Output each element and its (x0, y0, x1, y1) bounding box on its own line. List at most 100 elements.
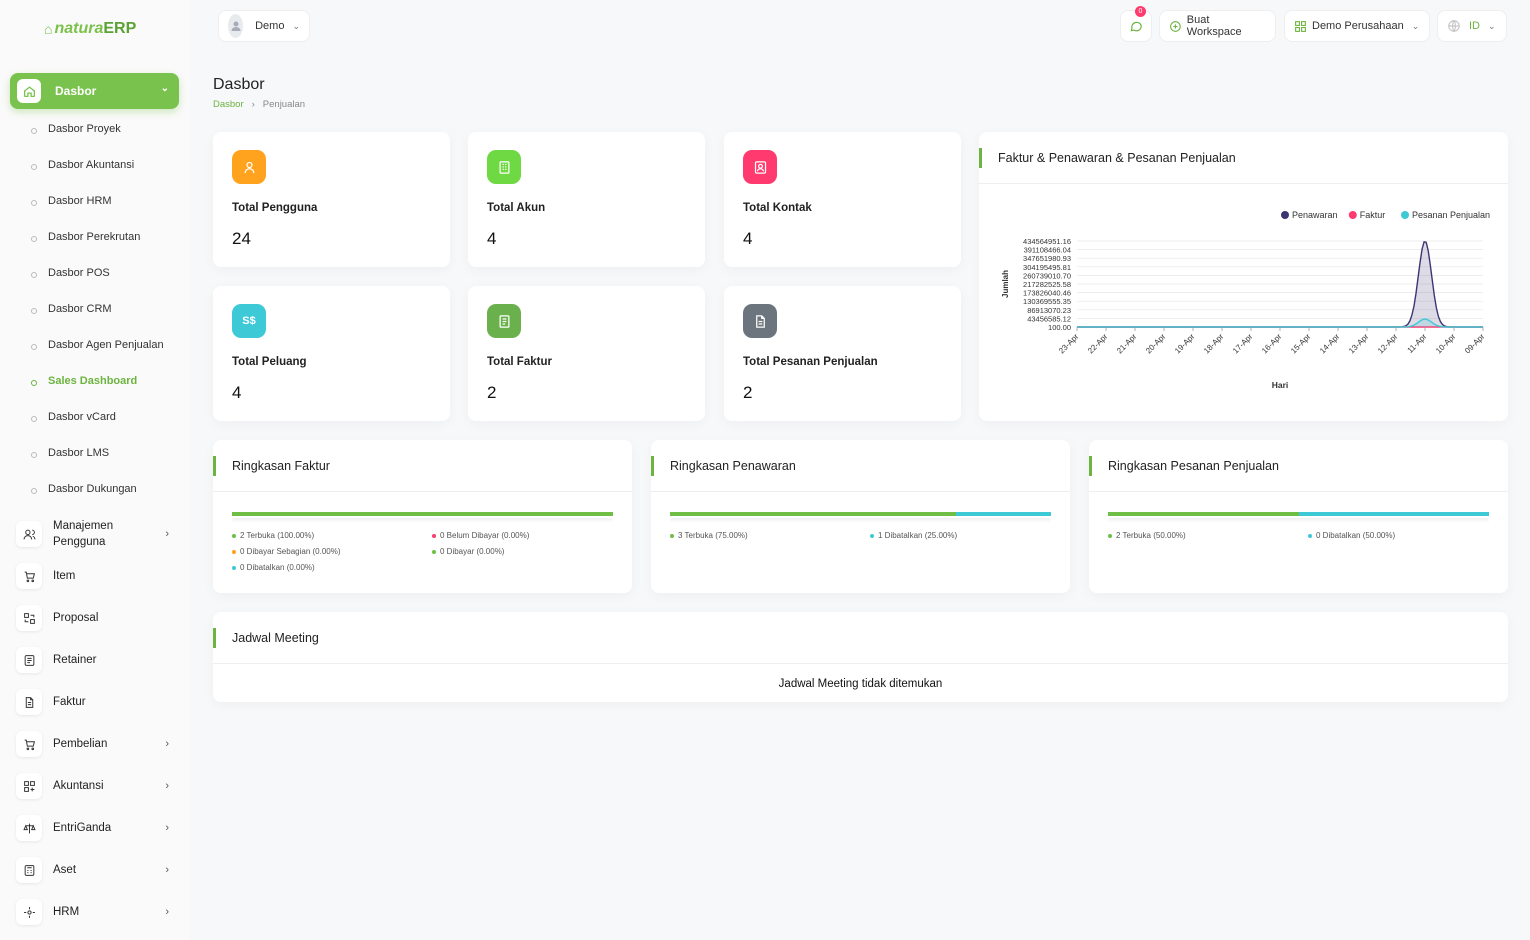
stat-card: Total Pengguna 24 (213, 132, 450, 267)
sidebar-item-aset[interactable]: Aset › (16, 857, 181, 883)
brand-name-part1: natura (54, 20, 104, 37)
legend-text: 2 Terbuka (100.00%) (240, 531, 315, 540)
sidebar-item-label: Faktur (53, 696, 86, 708)
submenu-item[interactable]: Dasbor Agen Penjualan (31, 339, 164, 351)
accent-bar (651, 456, 654, 476)
chart-legend-item: Penawaran (1281, 210, 1338, 220)
progress-segment (232, 512, 613, 516)
x-tick-label: 16-Apr (1260, 332, 1284, 356)
stat-card: Total Kontak 4 (724, 132, 961, 267)
contact-icon (743, 150, 777, 184)
language-code: ID (1469, 20, 1480, 32)
summary-card: Ringkasan Pesanan Penjualan 2 Terbuka (50… (1089, 440, 1508, 593)
legend-label: Pesanan Penjualan (1412, 210, 1490, 220)
cart-icon (16, 563, 42, 589)
chevron-right-icon: › (165, 738, 169, 750)
stat-value: 2 (487, 383, 497, 402)
messages-button[interactable]: 0 (1120, 6, 1152, 42)
submenu-item[interactable]: Dasbor LMS (30, 447, 109, 459)
submenu-item[interactable]: Dasbor POS (31, 267, 110, 279)
breadcrumb-link-dasbor[interactable]: Dasbor (213, 99, 244, 110)
legend-text: 0 Dibayar Sebagian (0.00%) (240, 547, 341, 556)
sidebar-item-retainer[interactable]: Retainer (16, 647, 181, 673)
avatar (228, 14, 244, 38)
submenu-item[interactable]: Dasbor vCard (31, 411, 116, 423)
sidebar-item-entriganda[interactable]: EntriGanda › (16, 815, 181, 841)
submenu-item[interactable]: Dasbor Akuntansi (30, 159, 134, 171)
hrm-icon (16, 899, 42, 925)
sidebar-item-proposal[interactable]: Proposal (16, 605, 181, 631)
grid-icon (16, 773, 42, 799)
page-title: Dasbor (213, 76, 265, 93)
retainer-icon (16, 647, 42, 673)
notification-badge: 0 (1135, 6, 1146, 17)
summary-card: Ringkasan Penawaran 3 Terbuka (75.00%) 1 D… (651, 440, 1070, 593)
breadcrumb-separator: › (251, 99, 255, 110)
summary-progress-bar (670, 512, 1051, 516)
stat-label: Total Peluang (232, 356, 307, 368)
sidebar-item-akuntansi[interactable]: Akuntansi › (16, 773, 181, 799)
submenu-item[interactable]: Dasbor CRM (31, 303, 112, 315)
chevron-right-icon: › (165, 864, 169, 876)
x-tick-label: 19-Apr (1173, 332, 1197, 356)
submenu-item[interactable]: Dasbor Dukungan (31, 483, 137, 495)
legend-text: 2 Terbuka (50.00%) (1116, 531, 1186, 540)
submenu-item[interactable]: Dasbor Perekrutan (30, 231, 140, 243)
language-selector[interactable]: ID ⌄ (1437, 10, 1507, 42)
legend-label: Penawaran (1292, 210, 1338, 220)
legend-text: 0 Dibatalkan (50.00%) (1316, 531, 1396, 540)
sidebar-item-manajemen-pengguna[interactable]: Manajemen Pengguna › (16, 520, 181, 548)
submenu-item[interactable]: Sales Dashboard (30, 375, 137, 387)
y-tick-label: 100.00 (1048, 323, 1071, 332)
submenu-item[interactable]: Dasbor Proyek (31, 123, 121, 135)
x-tick-label: 18-Apr (1202, 332, 1226, 356)
sidebar-item-item[interactable]: Item (16, 563, 181, 589)
progress-shadow (232, 518, 613, 523)
card-title: Jadwal Meeting (232, 631, 319, 645)
home-icon (17, 79, 41, 103)
legend-marker (1401, 211, 1409, 219)
summary-legend-item: 3 Terbuka (75.00%) (670, 531, 748, 540)
legend-marker (1348, 211, 1357, 219)
card-header: Ringkasan Faktur (213, 440, 632, 492)
sidebar-item-label: Akuntansi (53, 780, 104, 792)
create-workspace-button[interactable]: Buat Workspace (1159, 10, 1276, 42)
sidebar-item-label: Retainer (53, 654, 97, 666)
x-tick-label: 21-Apr (1115, 332, 1139, 356)
company-selector[interactable]: Demo Perusahaan ⌄ (1284, 10, 1430, 42)
chevron-down-icon: ⌄ (1488, 20, 1496, 31)
x-tick-label: 11-Apr (1405, 332, 1428, 355)
stat-card: S$ Total Peluang 4 (213, 286, 450, 421)
user-menu-button[interactable]: Demo ⌄ (218, 10, 310, 42)
legend-dot (670, 533, 674, 538)
sidebar-item-pembelian[interactable]: Pembelian › (16, 731, 181, 757)
plus-circle-icon (1170, 20, 1181, 32)
progress-segment (955, 512, 1051, 516)
sidebar-item-hrm[interactable]: HRM › (16, 899, 181, 925)
building-icon (487, 150, 521, 184)
sidebar-item-dasbor[interactable]: Dasbor ⌄ (10, 73, 179, 109)
summary-progress-bar (232, 512, 613, 516)
submenu-item[interactable]: Dasbor HRM (31, 195, 112, 207)
legend-text: 3 Terbuka (75.00%) (678, 531, 748, 540)
apps-icon (1295, 20, 1306, 32)
brand-logo[interactable]: ⌂ natura ERP (44, 20, 136, 38)
x-tick-label: 17-Apr (1231, 332, 1255, 356)
sidebar-item-faktur[interactable]: Faktur (16, 689, 181, 715)
create-workspace-label: Buat Workspace (1186, 14, 1242, 38)
stat-value: 24 (232, 229, 251, 248)
x-tick-label: 14-Apr (1318, 332, 1342, 356)
x-tick-label: 15-Apr (1289, 332, 1313, 356)
sales-area-chart: Penawaran Faktur Pesanan Penjualan43456495… (1001, 210, 1490, 390)
stat-value: 4 (487, 229, 497, 248)
legend-text: 0 Belum Dibayar (0.00%) (440, 531, 530, 540)
chevron-down-icon: ⌄ (160, 83, 169, 94)
legend-marker (1281, 211, 1289, 219)
sidebar-item-label: Item (53, 570, 76, 582)
shopping-cart-icon (16, 731, 42, 757)
exchange-icon (16, 605, 42, 631)
sidebar-item-label: EntriGanda (53, 822, 112, 834)
breadcrumb: Dasbor › Penjualan (213, 99, 305, 110)
chevron-right-icon: › (165, 906, 169, 918)
progress-shadow (670, 518, 1051, 523)
